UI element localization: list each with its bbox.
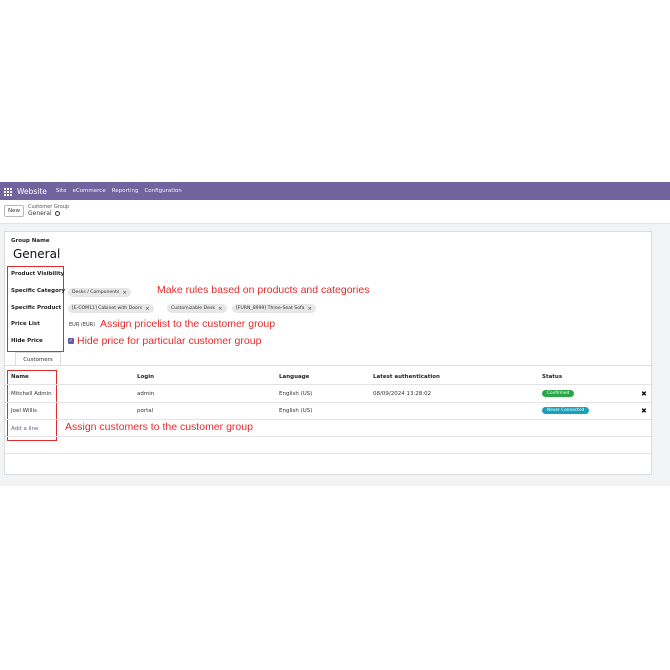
- col-header-login[interactable]: Login: [137, 374, 154, 380]
- breadcrumb-current-wrap: General: [28, 210, 60, 217]
- delete-row-icon[interactable]: ✖: [641, 407, 647, 415]
- menu-ecommerce[interactable]: eCommerce: [72, 188, 105, 194]
- control-panel: New Customer Group General: [0, 200, 670, 224]
- annotation-pricelist: Assign pricelist to the customer group: [100, 318, 276, 330]
- col-header-name[interactable]: Name: [11, 374, 29, 380]
- table-header-divider: [5, 384, 653, 385]
- hide-price-checkbox[interactable]: ✓: [68, 338, 74, 344]
- status-badge: Confirmed: [542, 390, 575, 397]
- remove-tag-icon[interactable]: ×: [145, 306, 150, 312]
- product-tag-label: [E-COM11] Cabinet with Doors: [72, 306, 143, 311]
- cell-name: Joel Willis: [11, 408, 37, 414]
- product-tag-label: [FURN_8999] Three-Seat Sofa: [236, 306, 305, 311]
- add-line-link[interactable]: Add a line: [11, 426, 38, 432]
- row-divider: [5, 453, 653, 454]
- form-sheet: Group Name General Product Visibility Sp…: [4, 231, 653, 475]
- cell-language: English (US): [279, 391, 313, 397]
- remove-tag-icon[interactable]: ×: [122, 290, 127, 296]
- menu-reporting[interactable]: Reporting: [112, 188, 139, 194]
- specific-category-label: Specific Category: [11, 288, 66, 294]
- remove-tag-icon[interactable]: ×: [307, 306, 312, 312]
- product-tag[interactable]: [E-COM11] Cabinet with Doors ×: [68, 304, 154, 313]
- category-tag-label: Desks / Components: [72, 290, 120, 295]
- app-window: Website Site eCommerce Reporting Configu…: [0, 182, 670, 486]
- row-divider: [5, 402, 653, 403]
- top-navbar: Website Site eCommerce Reporting Configu…: [0, 182, 670, 200]
- app-brand[interactable]: Website: [17, 187, 47, 196]
- annotation-hide: Hide price for particular customer group: [77, 335, 262, 347]
- gear-icon[interactable]: [54, 211, 60, 216]
- annotation-rules: Make rules based on products and categor…: [157, 284, 370, 296]
- col-header-language[interactable]: Language: [279, 374, 309, 380]
- group-name-field[interactable]: General: [13, 247, 60, 261]
- product-visibility-label: Product Visibility: [11, 271, 65, 277]
- tab-customers[interactable]: Customers: [15, 352, 61, 366]
- col-header-auth[interactable]: Latest authentication: [373, 374, 440, 380]
- pricelist-field[interactable]: EUR (EUR): [69, 322, 95, 328]
- cell-name: Mitchell Admin: [11, 391, 52, 397]
- apps-grid-icon[interactable]: [4, 187, 12, 196]
- breadcrumb-current: General: [28, 210, 52, 217]
- menu-configuration[interactable]: Configuration: [144, 188, 181, 194]
- product-tag[interactable]: [FURN_8999] Three-Seat Sofa ×: [232, 304, 317, 313]
- product-tag[interactable]: Customizable Desk ×: [167, 304, 227, 313]
- delete-row-icon[interactable]: ✖: [641, 390, 647, 398]
- specific-product-label: Specific Product: [11, 305, 62, 311]
- product-tag-label: Customizable Desk: [171, 306, 215, 311]
- cell-login: admin: [137, 391, 155, 397]
- annotation-customers: Assign customers to the customer group: [65, 421, 253, 433]
- group-name-label: Group Name: [11, 238, 50, 244]
- row-divider: [5, 419, 653, 420]
- col-header-status[interactable]: Status: [542, 374, 562, 380]
- row-divider: [5, 436, 653, 437]
- cell-auth: 08/09/2024 13:28:02: [373, 391, 432, 397]
- status-badge: Never Connected: [542, 407, 590, 414]
- cell-login: portal: [137, 408, 154, 414]
- new-button[interactable]: New: [4, 205, 24, 217]
- price-list-label: Price List: [11, 321, 40, 327]
- menu-site[interactable]: Site: [56, 188, 67, 194]
- cell-language: English (US): [279, 408, 313, 414]
- hide-price-label: Hide Price: [11, 338, 43, 344]
- category-tag[interactable]: Desks / Components ×: [68, 288, 131, 297]
- remove-tag-icon[interactable]: ×: [218, 306, 223, 312]
- tab-divider: [5, 365, 653, 366]
